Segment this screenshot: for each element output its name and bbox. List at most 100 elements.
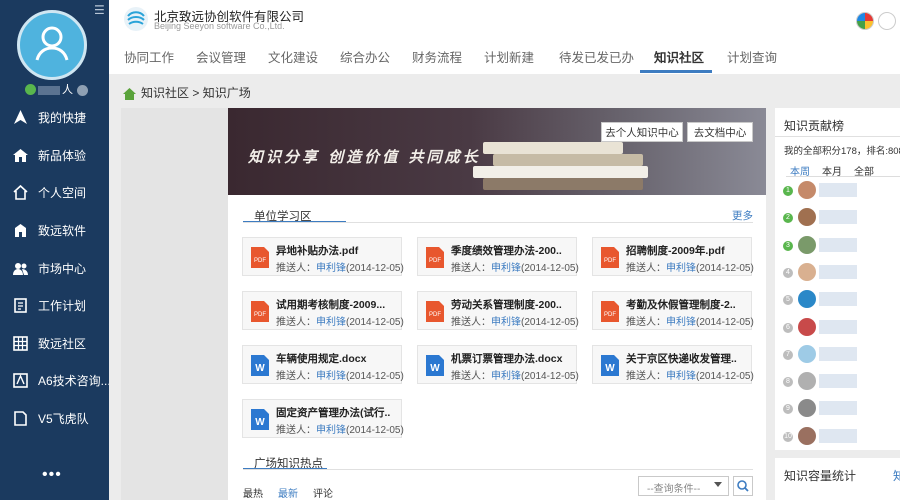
query-select[interactable]: --查询条件-- [638, 476, 729, 496]
rank-item[interactable]: 1 [783, 180, 893, 202]
tab-knowledge[interactable]: 知识社区 [654, 47, 704, 66]
breadcrumb-root[interactable]: 知识社区 [141, 86, 189, 100]
file-card[interactable]: PDF 试用期考核制度-2009... 推送人：申利锋(2014-12-05) [242, 291, 404, 330]
file-card[interactable]: W 关于京区快递收发管理.. 推送人：申利锋(2014-12-05) [592, 345, 754, 384]
online-status-icon [25, 83, 36, 95]
file-name[interactable]: 固定资产管理办法(试行.. [276, 405, 390, 420]
file-card[interactable]: W 机票订票管理办法.docx 推送人：申利锋(2014-12-05) [417, 345, 579, 384]
avatar[interactable] [798, 208, 816, 227]
file-card[interactable]: W 车辆使用规定.docx 推送人：申利锋(2014-12-05) [242, 345, 404, 384]
word-file-icon: W [251, 355, 269, 376]
file-card[interactable]: PDF 异地补贴办法.pdf 推送人：申利锋(2014-12-05) [242, 237, 404, 276]
rank-item[interactable]: 9 [783, 398, 893, 420]
file-card[interactable]: PDF 季度绩效管理办法-200.. 推送人：申利锋(2014-12-05) [417, 237, 579, 276]
pusher-name[interactable]: 申利锋 [316, 371, 346, 382]
file-date: (2014-12-05) [521, 371, 579, 382]
tab-meeting[interactable]: 会议管理 [196, 47, 246, 66]
more-icon[interactable]: ••• [42, 466, 62, 484]
file-name[interactable]: 劳动关系管理制度-200.. [451, 297, 562, 312]
pusher-label: 推送人： [451, 371, 491, 382]
sidebar-item-plan[interactable]: 工作计划 [0, 287, 109, 325]
rank-item[interactable]: 8 [783, 371, 893, 393]
rank-item[interactable]: 5 [783, 289, 893, 311]
file-card[interactable]: PDF 考勤及休假管理制度-2.. 推送人：申利锋(2014-12-05) [592, 291, 754, 330]
breadcrumb: 知识社区 > 知识广场 [123, 84, 251, 101]
file-name[interactable]: 关于京区快递收发管理.. [626, 351, 737, 366]
rank-item[interactable]: 7 [783, 344, 893, 366]
file-meta: 推送人：申利锋(2014-12-05) [626, 367, 754, 382]
breadcrumb-current: 知识广场 [202, 86, 251, 100]
tab-pending[interactable]: 待发已发已办 [559, 47, 634, 66]
hot-tab-latest[interactable]: 最新 [278, 489, 298, 500]
query-select-value: --查询条件-- [647, 484, 701, 495]
redacted-name [819, 319, 857, 334]
divider [243, 222, 753, 223]
home-icon[interactable] [123, 87, 136, 100]
rank-item[interactable]: 2 [783, 207, 893, 229]
hot-tab-comments[interactable]: 评论 [313, 489, 333, 500]
avatar[interactable] [798, 372, 816, 391]
account-icon[interactable] [878, 12, 896, 30]
avatar[interactable] [798, 262, 816, 281]
tab-culture[interactable]: 文化建设 [268, 47, 318, 66]
more-link[interactable]: 更多 [732, 208, 753, 223]
tab-office[interactable]: 综合办公 [340, 47, 390, 66]
avatar[interactable] [798, 344, 816, 363]
file-name[interactable]: 异地补贴办法.pdf [276, 243, 358, 258]
file-name[interactable]: 招聘制度-2009年.pdf [626, 243, 725, 258]
pusher-name[interactable]: 申利锋 [316, 317, 346, 328]
rank-item[interactable]: 4 [783, 262, 893, 284]
pusher-name[interactable]: 申利锋 [666, 371, 696, 382]
pusher-name[interactable]: 申利锋 [666, 317, 696, 328]
tab-collab[interactable]: 协同工作 [124, 47, 174, 66]
avatar[interactable] [798, 426, 816, 445]
file-name[interactable]: 考勤及休假管理制度-2.. [626, 297, 736, 312]
file-name[interactable]: 季度绩效管理办法-200.. [451, 243, 562, 258]
avatar[interactable] [798, 399, 816, 418]
avatar[interactable] [17, 10, 87, 80]
sidebar-item-market[interactable]: 市场中心 [0, 249, 109, 287]
file-name[interactable]: 车辆使用规定.docx [276, 351, 366, 366]
sidebar-item-quick[interactable]: 我的快捷 [0, 99, 109, 137]
avatar[interactable] [798, 235, 816, 254]
pusher-name[interactable]: 申利锋 [491, 263, 521, 274]
rank-item[interactable]: 6 [783, 317, 893, 339]
pusher-name[interactable]: 申利锋 [491, 371, 521, 382]
tab-finance[interactable]: 财务流程 [412, 47, 462, 66]
rank-item[interactable]: 3 [783, 235, 893, 257]
sidebar-item-personal[interactable]: 个人空间 [0, 174, 109, 212]
pusher-name[interactable]: 申利锋 [666, 263, 696, 274]
user-settings-icon[interactable] [77, 84, 88, 96]
file-card[interactable]: PDF 劳动关系管理制度-200.. 推送人：申利锋(2014-12-05) [417, 291, 579, 330]
file-date: (2014-12-05) [696, 317, 754, 328]
search-button[interactable] [733, 476, 753, 496]
user-icon [35, 26, 69, 61]
avatar[interactable] [798, 290, 816, 309]
file-name[interactable]: 机票订票管理办法.docx [451, 351, 562, 366]
avatar[interactable] [798, 317, 816, 336]
personal-knowledge-button[interactable]: 去个人知识中心 [601, 122, 683, 142]
file-card[interactable]: W 固定资产管理办法(试行.. 推送人：申利锋(2014-12-05) [242, 399, 404, 438]
rank-item[interactable]: 10 [783, 426, 893, 448]
file-meta: 推送人：申利锋(2014-12-05) [451, 313, 579, 328]
doc-center-button[interactable]: 去文档中心 [687, 122, 753, 142]
app-switch-icon[interactable] [856, 12, 874, 30]
file-date: (2014-12-05) [521, 263, 579, 274]
menu-icon[interactable]: ☰ [94, 3, 105, 17]
pusher-name[interactable]: 申利锋 [491, 317, 521, 328]
file-card[interactable]: PDF 招聘制度-2009年.pdf 推送人：申利锋(2014-12-05) [592, 237, 754, 276]
pusher-name[interactable]: 申利锋 [316, 425, 346, 436]
pusher-name[interactable]: 申利锋 [316, 263, 346, 274]
sidebar-item-seeyon[interactable]: 致远软件 [0, 212, 109, 250]
sidebar-item-community[interactable]: 致远社区 [0, 325, 109, 363]
sidebar-item-new[interactable]: 新品体验 [0, 137, 109, 175]
tab-plan-query[interactable]: 计划查询 [727, 47, 777, 66]
capacity-link[interactable]: 知 [893, 467, 900, 484]
hot-tab-hottest[interactable]: 最热 [243, 489, 263, 500]
tab-plan-new[interactable]: 计划新建 [484, 47, 534, 66]
sidebar-item-v5[interactable]: V5飞虎队 [0, 400, 109, 438]
rank-number: 5 [783, 295, 793, 306]
avatar[interactable] [798, 181, 816, 199]
sidebar-item-a6[interactable]: A6技术咨询... [0, 362, 109, 400]
file-name[interactable]: 试用期考核制度-2009... [276, 297, 385, 312]
